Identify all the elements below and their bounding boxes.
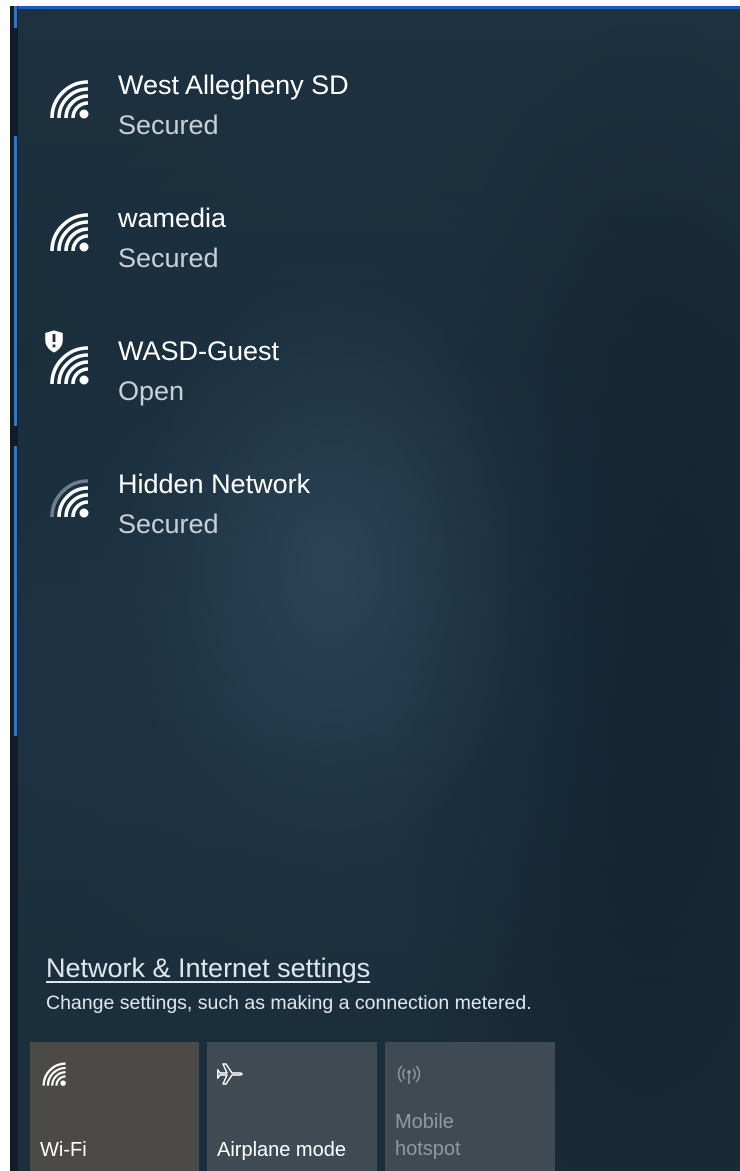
network-item-hidden-network[interactable]: Hidden Network Secured [46,463,706,596]
network-list: West Allegheny SD Secured wamedia Secure… [42,64,706,596]
airplane-icon [217,1063,243,1085]
wifi-strong-icon [50,213,89,252]
wifi-toggle-tile[interactable]: Wi-Fi [30,1042,199,1171]
wifi-strong-icon [50,80,89,119]
edge-accent-segment [14,136,17,426]
hotspot-label-line1: Mobile [395,1111,454,1133]
hotspot-tile-label: Mobile hotspot [395,1109,461,1163]
hotspot-label-line2: hotspot [395,1138,461,1160]
network-flyout: West Allegheny SD Secured wamedia Secure… [10,6,740,1171]
wifi-open-warning-icon [42,327,89,385]
wifi-icon [42,1062,66,1086]
network-status: Secured [118,509,219,539]
airplane-mode-tile[interactable]: Airplane mode [207,1042,377,1171]
edge-accent-segment [14,6,17,28]
settings-description: Change settings, such as making a connec… [46,992,532,1014]
network-name: wamedia [118,203,227,233]
left-edge-strip [10,6,18,1171]
network-status: Secured [118,243,219,273]
network-item-wamedia[interactable]: wamedia Secured [46,197,706,330]
mobile-hotspot-tile[interactable]: Mobile hotspot [385,1042,555,1171]
network-item-wasd-guest[interactable]: WASD-Guest Open [42,327,706,463]
network-name: Hidden Network [118,469,311,499]
network-name: WASD-Guest [118,336,280,366]
network-status: Open [118,376,185,406]
wifi-tile-label: Wi-Fi [40,1139,87,1161]
network-name: West Allegheny SD [118,70,349,100]
mobile-hotspot-icon [397,1065,421,1084]
network-item-west-allegheny-sd[interactable]: West Allegheny SD Secured [46,64,706,197]
top-accent-bar [10,6,740,9]
network-internet-settings-link[interactable]: Network & Internet settings [46,951,370,985]
edge-accent-segment [14,446,17,736]
network-status: Secured [118,110,219,140]
airplane-tile-label: Airplane mode [217,1139,346,1161]
wifi-weak-icon [50,479,89,518]
